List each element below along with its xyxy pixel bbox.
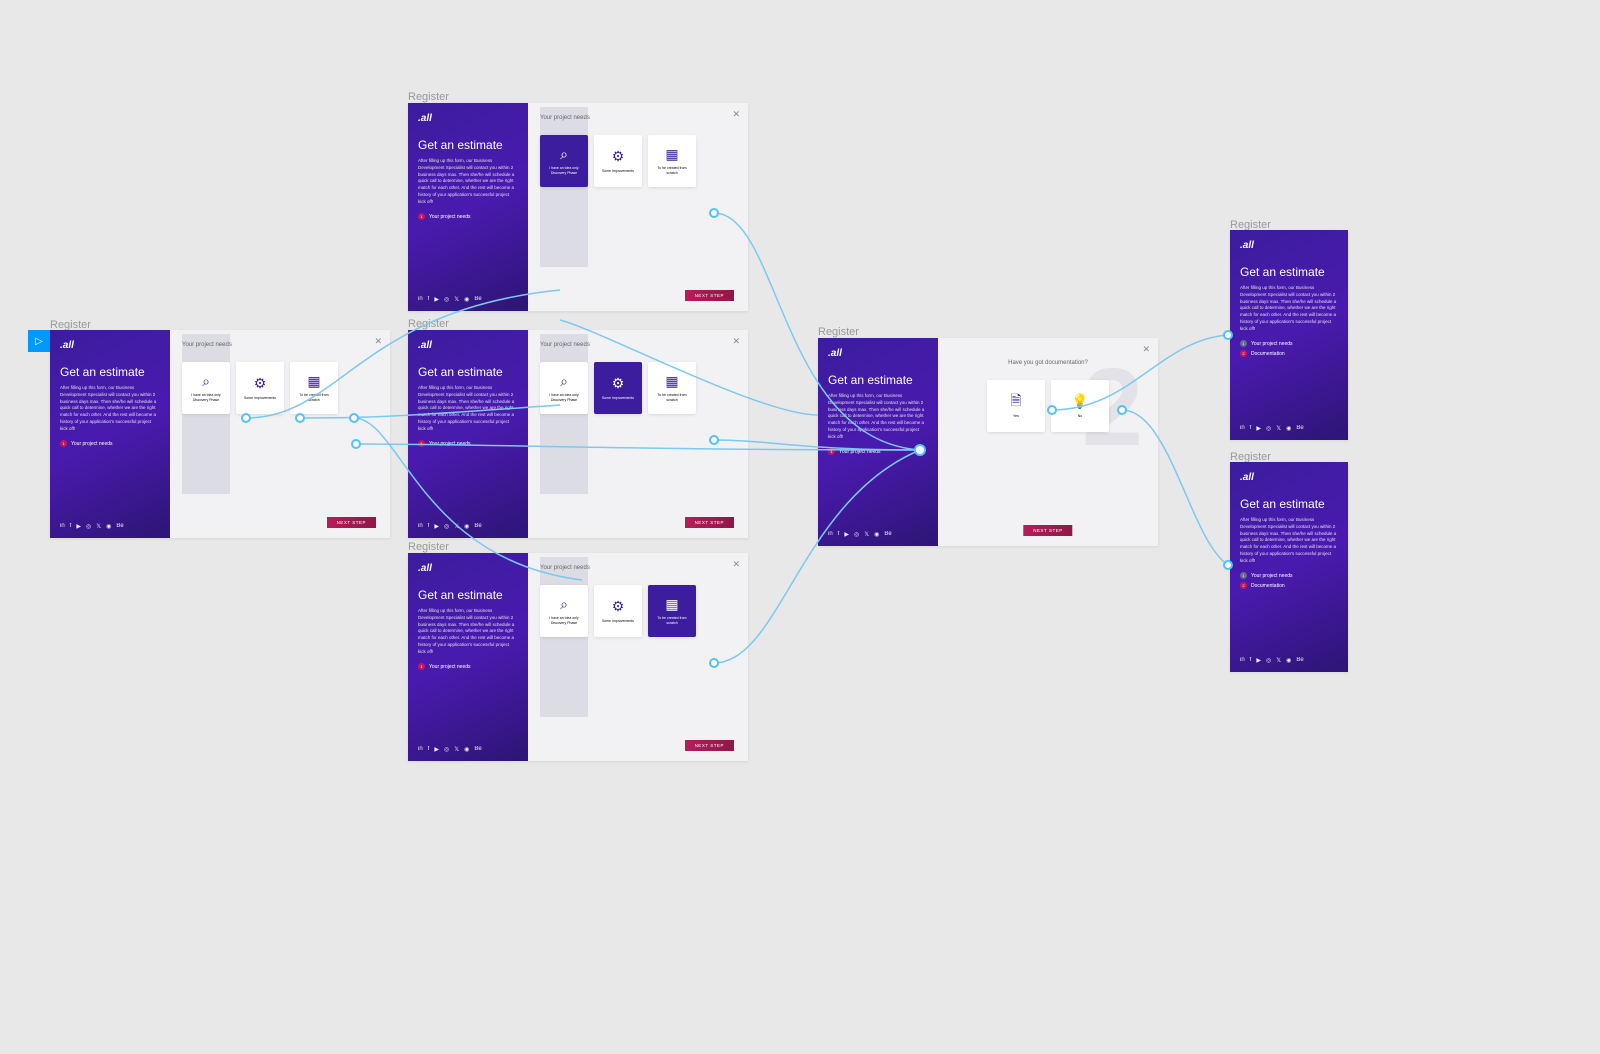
search-icon: ⌕ <box>560 146 568 162</box>
frame-label: Register <box>408 91 449 103</box>
sidebar-step-1: 1Your project needs <box>1240 572 1338 579</box>
card-improvements[interactable]: ⚙Some improvements <box>594 135 642 187</box>
card-scratch[interactable]: ▦To be created from scratch <box>648 362 696 414</box>
card-improvements[interactable]: ⚙Some improvements <box>236 362 284 414</box>
sidebar-description: After filling up this form, our Business… <box>418 608 518 655</box>
social-icons: inf▶◎𝕏◉Bē <box>418 746 482 753</box>
artboard-sidebar-b: .all Get an estimate After filling up th… <box>1230 462 1348 672</box>
sidebar-title: Get an estimate <box>418 138 518 152</box>
logo: .all <box>1240 240 1338 251</box>
sidebar-description: After filling up this form, our Business… <box>1240 517 1338 564</box>
card-improvements[interactable]: ⚙Some improvements <box>594 585 642 637</box>
close-icon[interactable]: ✕ <box>1142 344 1150 355</box>
play-prototype-icon[interactable]: ▷ <box>28 330 50 352</box>
section-title: Your project needs <box>540 342 736 348</box>
social-icons: inf▶◎𝕏◉Bē <box>418 523 482 530</box>
card-idea-only[interactable]: ⌕I have an idea only Discovery Phase <box>540 135 588 187</box>
artboard-step1-card0: .all Get an estimate After filling up th… <box>408 103 748 311</box>
logo: .all <box>418 340 518 351</box>
card-idea-only[interactable]: ⌕I have an idea only Discovery Phase <box>540 585 588 637</box>
next-step-button[interactable]: NEXT STEP <box>685 517 734 528</box>
sidebar-description: After filling up this form, our Business… <box>418 158 518 205</box>
card-improvements[interactable]: ⚙Some improvements <box>594 362 642 414</box>
sidebar-title: Get an estimate <box>418 588 518 602</box>
scratch-icon: ▦ <box>307 373 320 389</box>
sidebar-description: After filling up this form, our Business… <box>60 385 160 432</box>
frame-label: Register <box>408 541 449 553</box>
social-icons: inf▶◎𝕏◉Bē <box>828 531 892 538</box>
card-idea-only[interactable]: ⌕I have an idea only Discovery Phase <box>540 362 588 414</box>
sidebar-step-1: 1Your project needs <box>828 448 928 455</box>
search-icon: ⌕ <box>560 596 568 612</box>
sidebar-step-1: 1Your project needs <box>418 663 518 670</box>
scratch-icon: ▦ <box>665 373 678 389</box>
logo: .all <box>1240 472 1338 483</box>
logo: .all <box>60 340 160 351</box>
artboard-step1-none: .all Get an estimate After filling up th… <box>50 330 390 538</box>
sidebar-step-2: 2Documentation <box>1240 350 1338 357</box>
sidebar-title: Get an estimate <box>60 365 160 379</box>
scratch-icon: ▦ <box>665 596 678 612</box>
card-idea-only[interactable]: ⌕I have an idea only Discovery Phase <box>182 362 230 414</box>
artboard-step1-card2: .all Get an estimate After filling up th… <box>408 553 748 761</box>
social-icons: inf▶◎𝕏◉Bē <box>418 296 482 303</box>
artboard-step2: .all Get an estimate After filling up th… <box>818 338 1158 546</box>
social-icons: inf▶◎𝕏◉Bē <box>1240 657 1304 664</box>
frame-label: Register <box>408 318 449 330</box>
section-title: Your project needs <box>182 342 378 348</box>
sidebar-title: Get an estimate <box>1240 497 1338 511</box>
logo: .all <box>418 563 518 574</box>
bulb-icon: 💡 <box>1071 394 1088 410</box>
document-icon: 🗎 <box>1010 394 1021 410</box>
social-icons: inf▶◎𝕏◉Bē <box>60 523 124 530</box>
section-title: Have you got documentation? <box>950 360 1146 366</box>
search-icon: ⌕ <box>560 373 568 389</box>
section-title: Your project needs <box>540 565 736 571</box>
scratch-icon: ▦ <box>665 146 678 162</box>
improve-icon: ⚙ <box>612 376 625 392</box>
card-doc-no[interactable]: 💡No <box>1051 380 1109 432</box>
next-step-button[interactable]: NEXT STEP <box>685 290 734 301</box>
sidebar-step-1: 1Your project needs <box>418 213 518 220</box>
sidebar-description: After filling up this form, our Business… <box>418 385 518 432</box>
search-icon: ⌕ <box>202 373 210 389</box>
artboard-step1-card1: .all Get an estimate After filling up th… <box>408 330 748 538</box>
social-icons: inf▶◎𝕏◉Bē <box>1240 425 1304 432</box>
improve-icon: ⚙ <box>612 599 625 615</box>
next-step-button[interactable]: NEXT STEP <box>327 517 376 528</box>
card-scratch[interactable]: ▦To be created from scratch <box>648 135 696 187</box>
improve-icon: ⚙ <box>254 376 267 392</box>
sidebar-step-1: 1Your project needs <box>60 440 160 447</box>
section-title: Your project needs <box>540 115 736 121</box>
sidebar-title: Get an estimate <box>418 365 518 379</box>
frame-label: Register <box>818 326 859 338</box>
sidebar-step-1: 1Your project needs <box>418 440 518 447</box>
improve-icon: ⚙ <box>612 149 625 165</box>
next-step-button[interactable]: NEXT STEP <box>1023 525 1072 536</box>
sidebar-title: Get an estimate <box>828 373 928 387</box>
card-doc-yes[interactable]: 🗎Yes <box>987 380 1045 432</box>
artboard-sidebar-a: .all Get an estimate After filling up th… <box>1230 230 1348 440</box>
next-step-button[interactable]: NEXT STEP <box>685 740 734 751</box>
sidebar-step-1: 1Your project needs <box>1240 340 1338 347</box>
logo: .all <box>828 348 928 359</box>
sidebar-description: After filling up this form, our Business… <box>1240 285 1338 332</box>
sidebar-description: After filling up this form, our Business… <box>828 393 928 440</box>
card-scratch[interactable]: ▦To be created from scratch <box>648 585 696 637</box>
logo: .all <box>418 113 518 124</box>
sidebar-step-2: 2Documentation <box>1240 582 1338 589</box>
card-scratch[interactable]: ▦To be created from scratch <box>290 362 338 414</box>
sidebar-title: Get an estimate <box>1240 265 1338 279</box>
